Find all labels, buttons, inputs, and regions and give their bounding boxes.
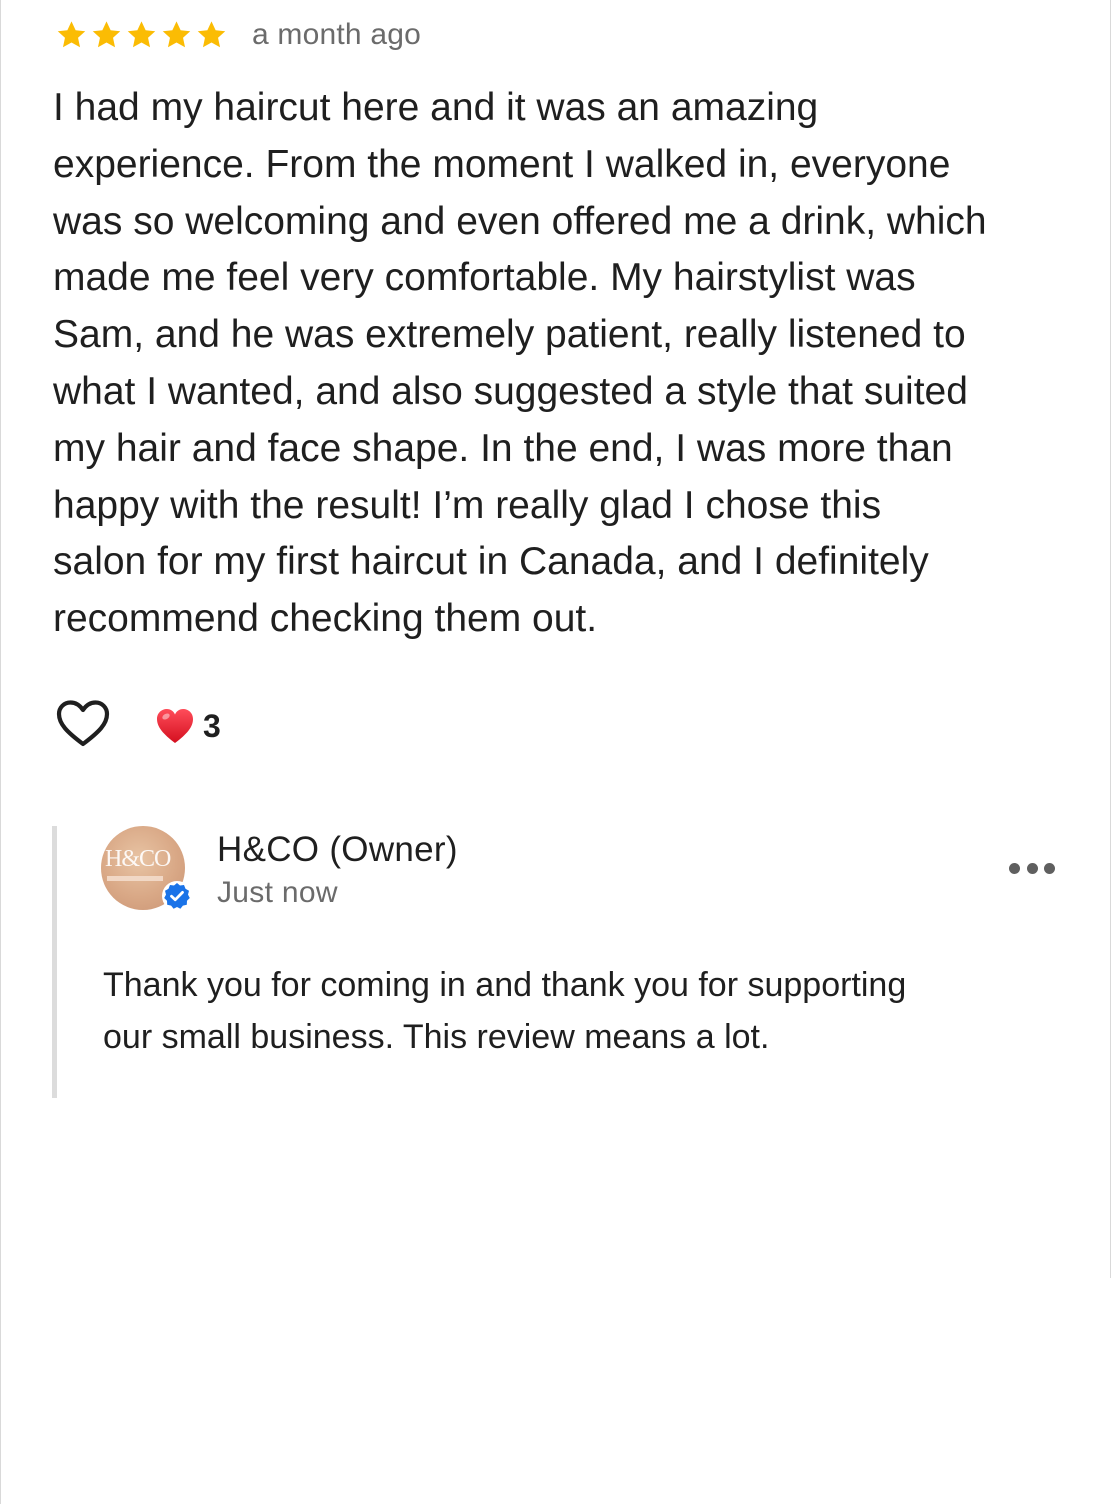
- reaction-bar: 3: [55, 698, 221, 754]
- owner-avatar-logo: H&CO: [105, 846, 171, 872]
- star-icon: [55, 19, 88, 51]
- review-text-line: was so welcoming and even offered me a d…: [53, 199, 987, 243]
- star-icon: [160, 19, 193, 51]
- owner-reply-time: Just now: [217, 876, 338, 909]
- review-rating-row: a month ago: [55, 16, 421, 54]
- owner-reply-text-line: Thank you for coming in and thank you fo…: [103, 966, 907, 1004]
- owner-reply-text-line: our small business. This review means a …: [103, 1017, 770, 1056]
- verified-check-icon: [161, 880, 193, 912]
- review-text-line: happy with the result! I’m really glad I…: [53, 483, 882, 527]
- more-horizontal-icon: [1026, 862, 1038, 874]
- red-heart-icon: [155, 707, 195, 745]
- review-text-line: recommend checking them out.: [53, 597, 598, 641]
- review-text-line: made me feel very comfortable. My hairst…: [53, 256, 916, 300]
- owner-reply-body: Thank you for coming in and thank you fo…: [103, 960, 1053, 1063]
- more-horizontal-icon: [1044, 862, 1055, 874]
- owner-reply: H&CO H&CO (Owner) Just now Thank you for…: [52, 826, 1067, 1098]
- owner-avatar-logo-band: [107, 876, 163, 881]
- more-horizontal-icon: [1009, 862, 1020, 874]
- owner-name[interactable]: H&CO (Owner): [217, 830, 458, 870]
- heart-outline-icon: [55, 699, 111, 754]
- star-icon: [90, 19, 123, 51]
- review-text-line: salon for my first haircut in Canada, an…: [53, 540, 929, 584]
- like-button[interactable]: [55, 699, 111, 754]
- more-options-button[interactable]: [1009, 860, 1055, 876]
- reaction-summary[interactable]: 3: [155, 707, 221, 745]
- review-time-ago: a month ago: [252, 18, 421, 51]
- left-edge-divider: [0, 0, 1, 1504]
- review-text-line: Sam, and he was extremely patient, reall…: [53, 313, 966, 357]
- review-text-line: my hair and face shape. In the end, I wa…: [53, 426, 953, 470]
- star-icon: [195, 19, 228, 51]
- review-text-line: experience. From the moment I walked in,…: [53, 142, 951, 186]
- star-icon: [125, 19, 158, 51]
- review-text-line: I had my haircut here and it was an amaz…: [53, 86, 819, 129]
- reaction-count: 3: [203, 707, 221, 744]
- review-body: I had my haircut here and it was an amaz…: [53, 80, 1068, 648]
- review-text-line: what I wanted, and also suggested a styl…: [53, 369, 968, 413]
- star-rating: [55, 19, 230, 51]
